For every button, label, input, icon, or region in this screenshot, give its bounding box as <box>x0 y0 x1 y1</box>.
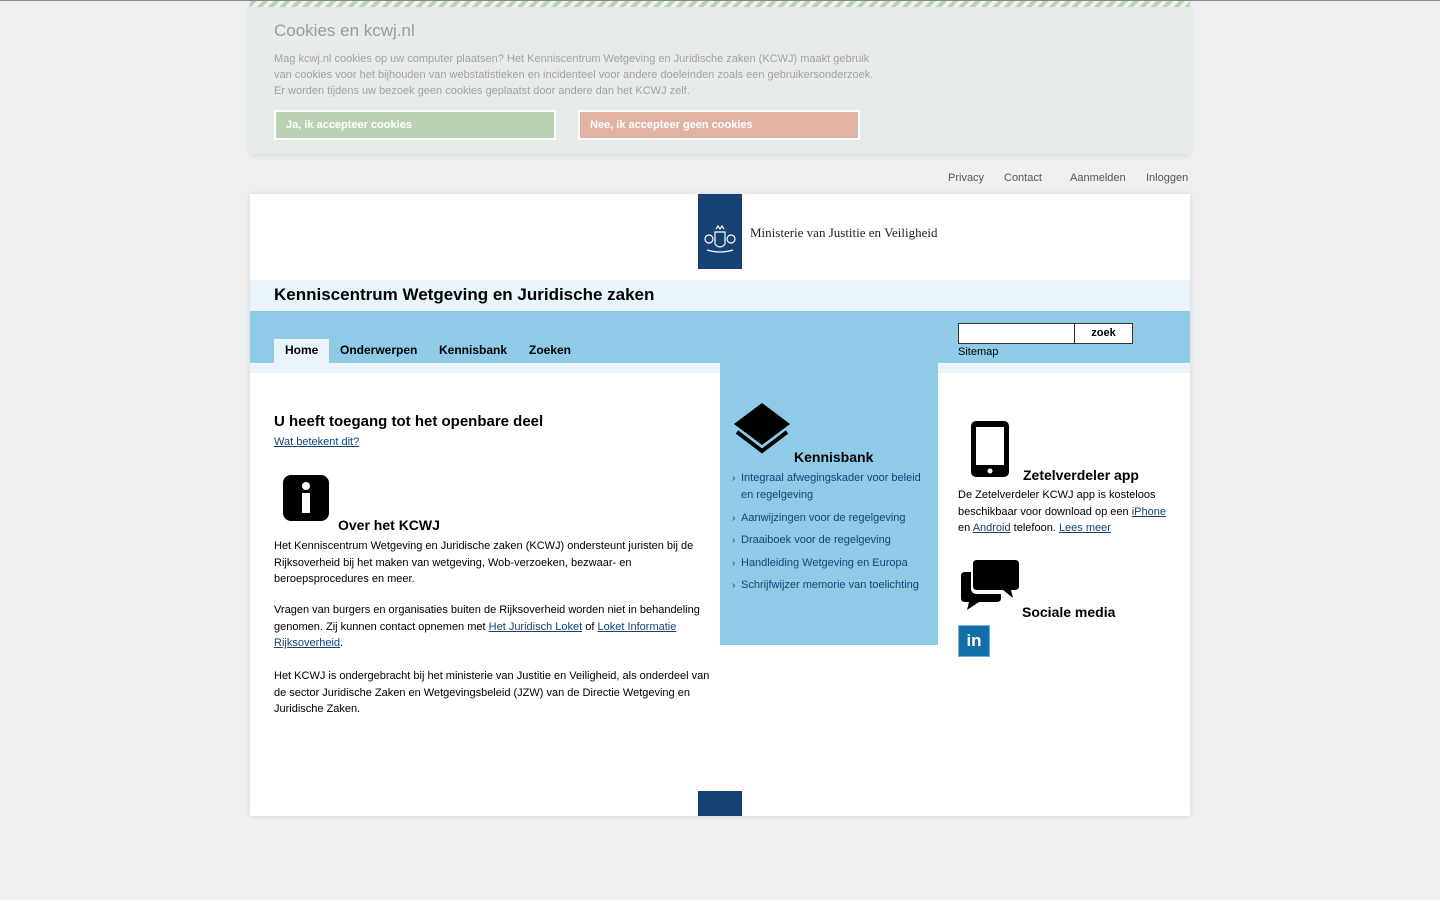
ministry-logo[interactable] <box>698 194 742 269</box>
kennisbank-heading: Kennisbank <box>794 449 874 465</box>
title-band: Kenniscentrum Wetgeving en Juridische za… <box>250 280 1190 311</box>
kennisbank-item-label: Handleiding Wetgeving en Europa <box>741 556 908 569</box>
footer-logo-block <box>698 791 742 816</box>
chevron-right-icon: › <box>732 535 736 546</box>
cookie-banner-stripe <box>250 1 1190 7</box>
iphone-link[interactable]: iPhone <box>1132 506 1166 518</box>
search-input[interactable] <box>958 323 1075 344</box>
app-text-1: De Zetelverdeler KCWJ app is kosteloos b… <box>958 489 1156 518</box>
app-text-2: en <box>958 522 973 534</box>
kennisbank-item-label: Integraal afwegingskader voor beleid en … <box>741 472 921 501</box>
tab-kennisbank[interactable]: Kennisbank <box>428 339 518 363</box>
social-heading: Sociale media <box>1022 604 1116 620</box>
about-paragraph-2-end: . <box>340 637 344 649</box>
chat-icon <box>961 560 1019 610</box>
about-paragraph-3: Het KCWJ is ondergebracht bij het minist… <box>274 670 710 715</box>
about-paragraph-2-or: of <box>582 620 598 633</box>
layers-icon <box>734 403 790 454</box>
chevron-right-icon: › <box>732 557 736 569</box>
app-heading: Zetelverdeler app <box>1023 467 1139 483</box>
chevron-right-icon: › <box>732 580 736 591</box>
tab-onderwerpen[interactable]: Onderwerpen <box>329 339 428 363</box>
info-icon <box>283 475 329 521</box>
tab-home[interactable]: Home <box>274 339 330 363</box>
tab-zoeken[interactable]: Zoeken <box>518 339 582 363</box>
sitemap-link[interactable]: Sitemap <box>958 346 998 358</box>
what-does-this-mean-link[interactable]: Wat betekent dit? <box>274 436 359 448</box>
kennisbank-list: › Integraal afwegingskader voor beleid en… <box>732 470 922 600</box>
cookie-text: Mag kcwj.nl cookies op uw computer plaat… <box>274 53 874 97</box>
kennisbank-item[interactable]: › Schrijfwijzer memorie van toelichting <box>732 577 922 594</box>
kennisbank-item-label: Draaiboek voor de regelgeving <box>741 534 891 546</box>
contact-link[interactable]: Contact <box>1004 172 1042 184</box>
about-paragraph-1: Het Kenniscentrum Wetgeving en Juridisch… <box>274 540 694 585</box>
site-title[interactable]: Kenniscentrum Wetgeving en Juridische za… <box>274 285 654 305</box>
main-card: Ministerie van Justitie en Veiligheid Ke… <box>250 194 1190 816</box>
about-paragraph-2: Vragen van burgers en organisaties buite… <box>274 602 714 652</box>
search-button[interactable]: zoek <box>1074 323 1133 344</box>
phone-icon <box>971 421 1009 477</box>
android-link[interactable]: Android <box>973 522 1011 534</box>
privacy-link[interactable]: Privacy <box>948 172 984 184</box>
chevron-right-icon: › <box>732 512 736 524</box>
about-heading: Over het KCWJ <box>338 517 440 533</box>
kennisbank-item[interactable]: › Integraal afwegingskader voor beleid en… <box>732 470 922 504</box>
kennisbank-item[interactable]: › Handleiding Wetgeving en Europa <box>732 555 922 572</box>
access-heading: U heeft toegang tot het openbare deel <box>274 413 544 430</box>
read-more-link[interactable]: Lees meer <box>1059 522 1111 534</box>
kennisbank-item[interactable]: › Draaiboek voor de regelgeving <box>732 532 922 549</box>
cookie-title: Cookies en kcwj.nl <box>274 21 415 40</box>
app-description: De Zetelverdeler KCWJ app is kosteloos b… <box>958 487 1172 537</box>
ministry-name: Ministerie van Justitie en Veiligheid <box>750 225 938 240</box>
juridisch-loket-link[interactable]: Het Juridisch Loket <box>489 621 583 633</box>
login-link[interactable]: Inloggen <box>1146 172 1188 184</box>
chevron-right-icon: › <box>732 473 736 484</box>
decline-cookies-button[interactable]: Nee, ik accepteer geen cookies <box>578 110 860 140</box>
register-link[interactable]: Aanmelden <box>1070 172 1126 184</box>
cookie-banner: Cookies en kcwj.nl Mag kcwj.nl cookies o… <box>250 1 1190 154</box>
kennisbank-item-label: Schrijfwijzer memorie van toelichting <box>741 579 919 591</box>
app-text-3: telefoon. <box>1010 522 1059 534</box>
linkedin-icon[interactable]: in <box>958 625 990 657</box>
accept-cookies-button[interactable]: Ja, ik accepteer cookies <box>274 110 556 140</box>
kennisbank-item[interactable]: › Aanwijzingen voor de regelgeving <box>732 510 922 527</box>
coat-of-arms-icon <box>704 224 736 253</box>
kennisbank-item-label: Aanwijzingen voor de regelgeving <box>741 511 906 524</box>
